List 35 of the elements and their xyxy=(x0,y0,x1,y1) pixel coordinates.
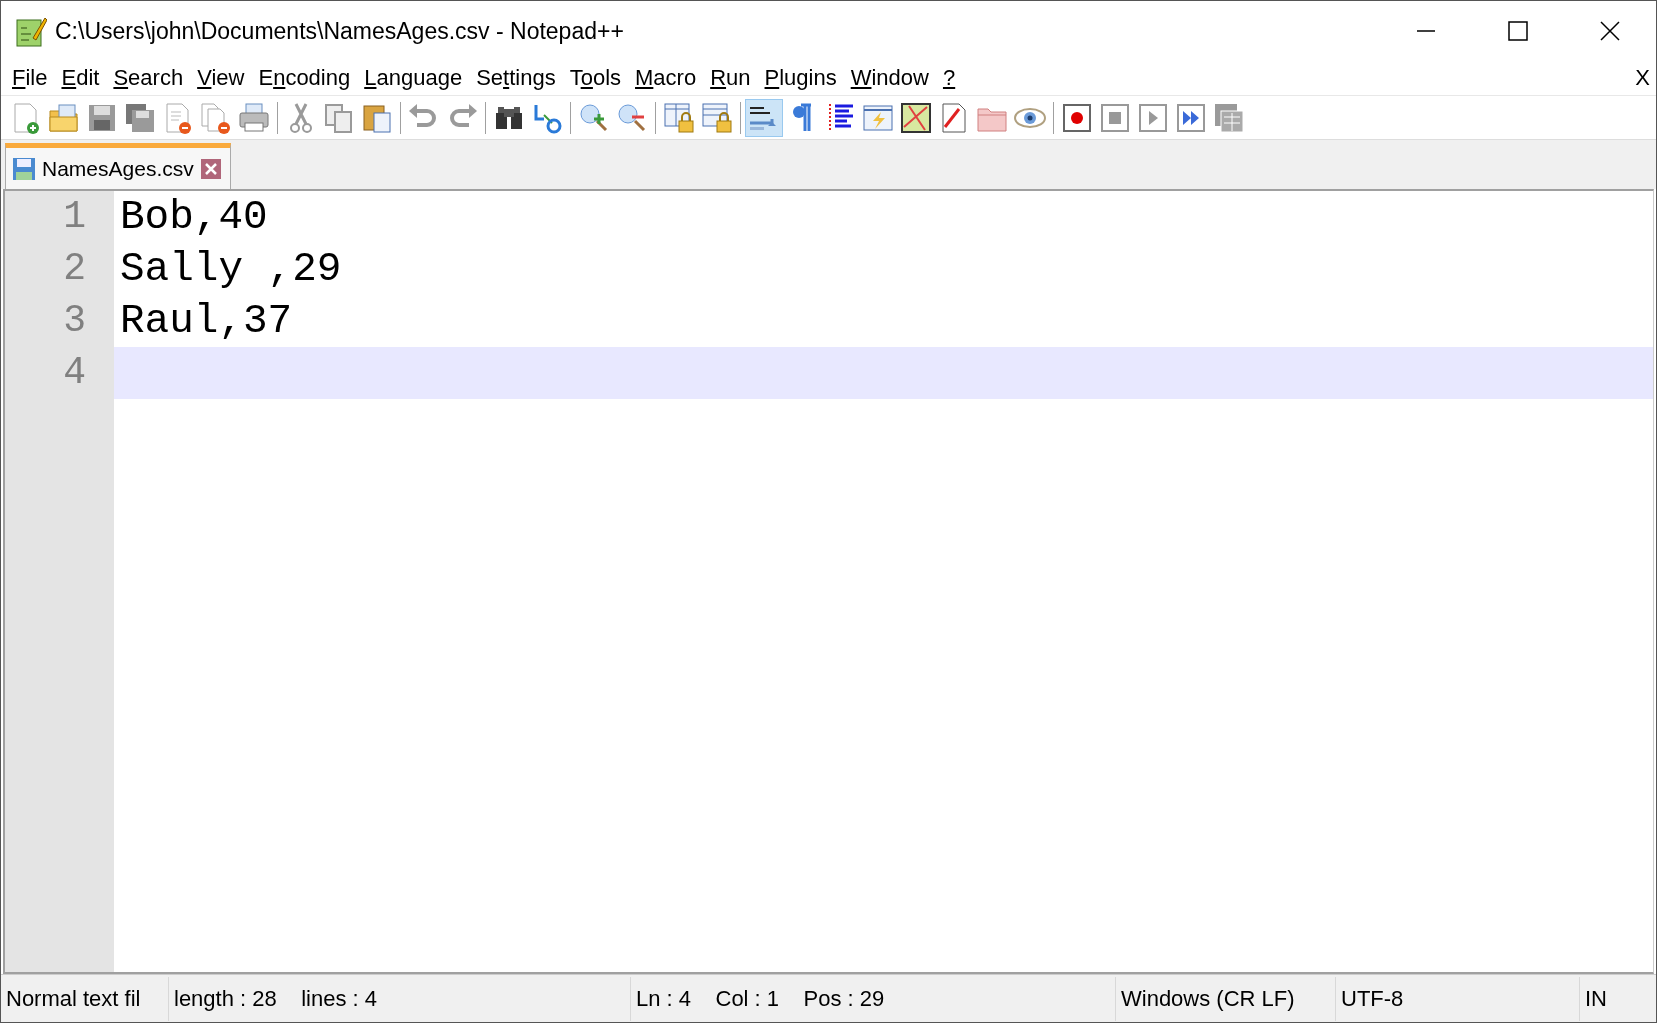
status-text: length : 28 lines : 4 xyxy=(168,976,630,1021)
tab-label: NamesAges.csv xyxy=(42,155,194,182)
menu-item[interactable]: Macro xyxy=(628,67,704,89)
close-icon xyxy=(1600,21,1620,41)
close-tab-icon[interactable] xyxy=(199,157,222,180)
window-title: C:\Users\john\Documents\NamesAges.csv - Notepad++ xyxy=(55,16,624,46)
menu-item[interactable]: Encoding xyxy=(251,67,358,89)
line-number: 3 xyxy=(62,298,87,344)
close-document-button[interactable]: X xyxy=(1633,67,1652,89)
menu-item[interactable]: Language xyxy=(357,67,470,89)
line-number: 4 xyxy=(62,350,87,396)
status-text: UTF-8 xyxy=(1335,976,1579,1021)
menu-item[interactable]: Search xyxy=(106,67,191,89)
status-text: Normal text fil xyxy=(5,984,142,1013)
status-text: Ln : 4 Col : 1 Pos : 29 xyxy=(630,976,1115,1021)
code-line: Sally ,29 xyxy=(119,245,343,294)
menu-item[interactable]: Tools xyxy=(562,67,629,89)
menu-item[interactable]: ? xyxy=(935,67,963,89)
word-wrap-icon[interactable] xyxy=(745,98,783,137)
menu-item[interactable]: Settings xyxy=(469,67,563,89)
document-tab[interactable]: NamesAges.csv xyxy=(5,143,231,189)
line-number: 2 xyxy=(62,246,87,292)
menu-item[interactable]: View xyxy=(190,67,252,89)
menu-item[interactable]: Window xyxy=(843,67,936,89)
status-text: Windows (CR LF) xyxy=(1115,976,1335,1021)
status-text: IN xyxy=(1579,976,1656,1021)
menu-item[interactable]: Run xyxy=(703,67,758,89)
menu-item[interactable]: Plugins xyxy=(757,67,844,89)
menu-item[interactable]: Edit xyxy=(54,67,107,89)
code-line: Bob,40 xyxy=(119,193,269,242)
menu-item[interactable]: File xyxy=(5,67,55,89)
minimize-icon xyxy=(1416,30,1436,32)
code-line: Raul,37 xyxy=(119,297,294,346)
line-number: 1 xyxy=(62,194,87,240)
maximize-icon xyxy=(1508,21,1528,41)
